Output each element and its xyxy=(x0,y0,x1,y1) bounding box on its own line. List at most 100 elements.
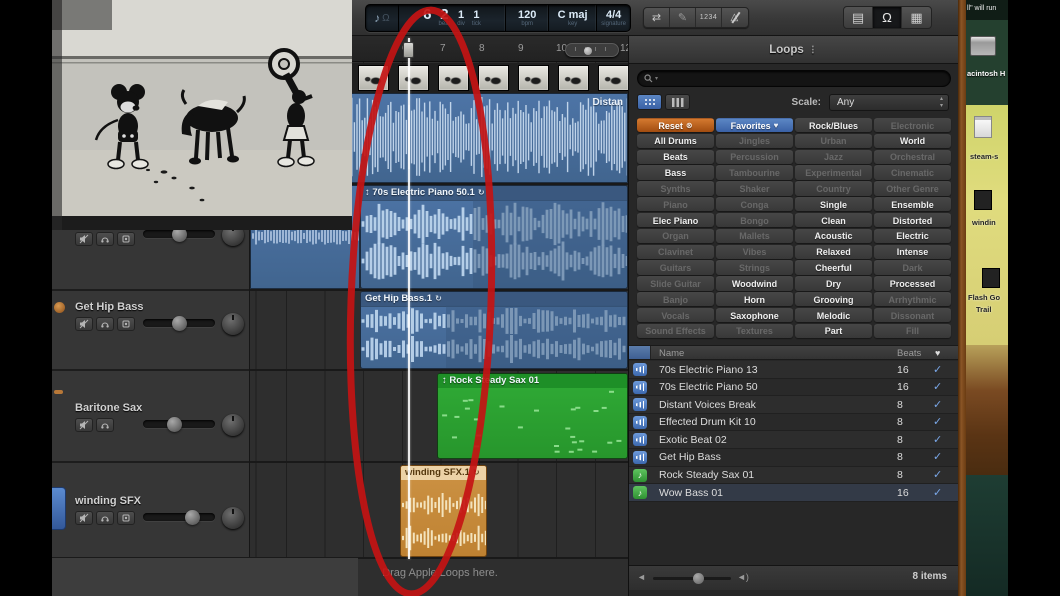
loop-fav-check[interactable]: ✓ xyxy=(933,450,942,463)
keyword-button[interactable]: Part xyxy=(795,324,872,338)
keyword-button[interactable]: Clean xyxy=(795,213,872,227)
column-view-button[interactable] xyxy=(665,94,690,110)
region-electric-piano[interactable]: ↕ 70s Electric Piano 50.1↻ xyxy=(360,185,628,289)
keyword-button[interactable]: Acoustic xyxy=(795,229,872,243)
playhead[interactable] xyxy=(408,38,410,559)
lcd-display[interactable]: ♪ Ω 6 2beat 1div 1tick 120 bpm C maj key… xyxy=(365,4,631,32)
keyword-button[interactable]: Jazz xyxy=(795,150,872,164)
keyword-button[interactable]: Synths xyxy=(637,181,714,195)
solo-button[interactable] xyxy=(96,232,114,246)
keyword-button[interactable]: Melodic xyxy=(795,308,872,322)
loop-row[interactable]: 70s Electric Piano 50 16 ✓ xyxy=(629,379,959,397)
solo-button[interactable] xyxy=(96,511,114,525)
metronome-button[interactable]: △ xyxy=(722,8,748,27)
loop-fav-check[interactable]: ✓ xyxy=(933,486,942,499)
keyword-button[interactable]: All Drums xyxy=(637,134,714,148)
desktop-file-icon[interactable] xyxy=(982,268,1000,288)
pan-knob[interactable] xyxy=(222,507,244,529)
keyword-button[interactable]: Electric xyxy=(874,229,951,243)
mute-button[interactable] xyxy=(75,232,93,246)
keyword-button[interactable]: Sound Effects xyxy=(637,324,714,338)
preview-volume-slider[interactable] xyxy=(653,577,731,580)
keyword-button[interactable]: Elec Piano xyxy=(637,213,714,227)
keyword-button[interactable]: Beats xyxy=(637,150,714,164)
loop-row[interactable]: Effected Drum Kit 10 8 ✓ xyxy=(629,414,959,432)
reset-button[interactable]: Reset⊗ xyxy=(637,118,714,132)
tuner-button[interactable]: ✎ xyxy=(670,8,696,27)
keyword-button[interactable]: Relaxed xyxy=(795,245,872,259)
keyword-button[interactable]: Arrhythmic xyxy=(874,292,951,306)
keyword-button[interactable]: Fill xyxy=(874,324,951,338)
beats-column-header[interactable]: Beats xyxy=(897,348,921,359)
favorites-column-header-icon[interactable]: ♥ xyxy=(935,348,940,358)
solo-button[interactable] xyxy=(96,418,114,432)
name-column-header[interactable]: Name xyxy=(659,348,684,359)
keyword-button[interactable]: Cheerful xyxy=(795,260,872,274)
loop-row[interactable]: Get Hip Bass 8 ✓ xyxy=(629,449,959,467)
loop-fav-check[interactable]: ✓ xyxy=(933,380,942,393)
keyword-button[interactable]: Distorted xyxy=(874,213,951,227)
keyword-button[interactable]: Organ xyxy=(637,229,714,243)
grid-view-button[interactable] xyxy=(637,94,662,110)
media-browser-button[interactable]: ▦ xyxy=(902,7,931,28)
volume-slider[interactable] xyxy=(143,513,215,521)
preview-volume-thumb[interactable] xyxy=(693,573,704,584)
desktop-file-icon[interactable] xyxy=(974,190,992,210)
pan-knob[interactable] xyxy=(222,414,244,436)
keyword-button[interactable]: Country xyxy=(795,181,872,195)
keyword-button[interactable]: Piano xyxy=(637,197,714,211)
scale-select[interactable]: Any ▴▾ xyxy=(829,94,949,111)
keyword-button[interactable]: Rock/Blues xyxy=(795,118,872,132)
zoom-slider-thumb[interactable] xyxy=(584,47,592,55)
keyword-button[interactable]: Processed xyxy=(874,276,951,290)
loop-row[interactable]: 70s Electric Piano 13 16 ✓ xyxy=(629,361,959,379)
keyword-button[interactable]: Percussion xyxy=(716,150,793,164)
mute-button[interactable] xyxy=(75,511,93,525)
keyword-button[interactable]: Orchestral xyxy=(874,150,951,164)
keyword-button[interactable]: Textures xyxy=(716,324,793,338)
keyword-button[interactable]: Other Genre xyxy=(874,181,951,195)
keyword-button[interactable]: Vocals xyxy=(637,308,714,322)
keyword-button[interactable]: Strings xyxy=(716,260,793,274)
loop-browser-button[interactable]: Ω xyxy=(873,7,902,28)
pan-knob[interactable] xyxy=(222,313,244,335)
volume-slider[interactable] xyxy=(143,230,215,238)
keyword-button[interactable]: Conga xyxy=(716,197,793,211)
keyword-button[interactable]: Urban xyxy=(795,134,872,148)
solo-button[interactable] xyxy=(96,317,114,331)
loop-list-header[interactable]: Name Beats ♥ xyxy=(629,345,959,360)
keyword-button[interactable]: Tambourine xyxy=(716,165,793,179)
zoom-slider[interactable] xyxy=(565,43,619,57)
keyword-button[interactable]: Cinematic xyxy=(874,165,951,179)
loop-row[interactable]: Wow Bass 01 16 ✓ xyxy=(629,484,959,502)
keyword-button[interactable]: Dissonant xyxy=(874,308,951,322)
loop-fav-check[interactable]: ✓ xyxy=(933,415,942,428)
keyword-button[interactable]: Electronic xyxy=(874,118,951,132)
keyword-button[interactable]: Single xyxy=(795,197,872,211)
region-rock-steady-sax[interactable]: ↕ Rock Steady Sax 01 xyxy=(437,373,628,459)
keyword-button[interactable]: Guitars xyxy=(637,260,714,274)
input-button[interactable] xyxy=(117,511,135,525)
region-get-hip-bass[interactable]: Get Hip Bass.1↻ xyxy=(360,291,628,369)
search-field[interactable]: ▾ xyxy=(637,70,951,87)
keyword-button[interactable]: Dark xyxy=(874,260,951,274)
loop-type-column-header[interactable] xyxy=(629,346,651,359)
mute-button[interactable] xyxy=(75,317,93,331)
keyword-button[interactable]: Shaker xyxy=(716,181,793,195)
keyword-button[interactable]: World xyxy=(874,134,951,148)
desktop-file-icon[interactable] xyxy=(974,116,992,138)
loop-row[interactable]: Rock Steady Sax 01 8 ✓ xyxy=(629,467,959,485)
input-button[interactable] xyxy=(117,317,135,331)
keyword-button[interactable]: Jingles xyxy=(716,134,793,148)
loop-fav-check[interactable]: ✓ xyxy=(933,433,942,446)
keyword-button[interactable]: Saxophone xyxy=(716,308,793,322)
keyword-button[interactable]: Grooving xyxy=(795,292,872,306)
keyword-button[interactable]: Slide Guitar xyxy=(637,276,714,290)
notepad-button[interactable]: ▤ xyxy=(844,7,873,28)
volume-slider[interactable] xyxy=(143,420,215,428)
playhead-handle[interactable] xyxy=(403,42,414,58)
keyword-button[interactable]: Vibes xyxy=(716,245,793,259)
volume-slider[interactable] xyxy=(143,319,215,327)
loop-fav-check[interactable]: ✓ xyxy=(933,363,942,376)
cycle-button[interactable]: ⇄ xyxy=(644,8,670,27)
